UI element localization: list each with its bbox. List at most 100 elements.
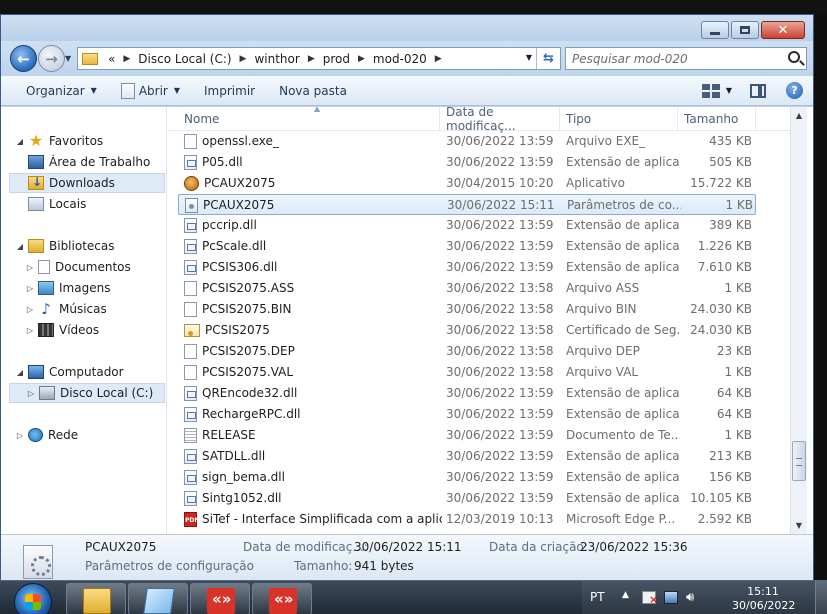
file-name: PcScale.dll	[202, 239, 267, 253]
column-date[interactable]: Data de modificaç...	[440, 107, 560, 133]
show-hidden-icons-icon[interactable]: ▲	[622, 590, 629, 600]
table-row[interactable]: Sintg1052.dll 30/06/2022 13:59 Extensão de…	[178, 488, 756, 509]
search-input[interactable]	[572, 50, 772, 67]
nav-places[interactable]: Locais	[1, 194, 165, 214]
address-bar[interactable]: « ▶ Disco Local (C:) ▶ winthor ▶ prod ▶ …	[77, 47, 561, 70]
expand-icon[interactable]: ▷	[25, 263, 35, 272]
details-created-label: Data da criação:	[489, 540, 588, 554]
breadcrumb-mod-020[interactable]: mod-020	[371, 52, 429, 66]
clock[interactable]: 15:11 30/06/2022	[732, 585, 795, 613]
table-row[interactable]: sign_bema.dll 30/06/2022 13:59 Extensão de…	[178, 467, 756, 488]
table-row[interactable]: PCSIS2075.BIN 30/06/2022 13:58 Arquivo BIN…	[178, 299, 756, 320]
new-folder-button[interactable]: Nova pasta	[267, 76, 359, 105]
collapse-icon[interactable]: ◢	[15, 242, 25, 251]
collapse-icon[interactable]: ◢	[15, 368, 25, 377]
nav-local-disk[interactable]: ▷ Disco Local (C:)	[9, 383, 165, 403]
table-row[interactable]: PCSIS2075 30/06/2022 13:58 Certificado de …	[178, 320, 756, 341]
table-row[interactable]: openssl.exe_ 30/06/2022 13:59 Arquivo EXE_…	[178, 131, 756, 152]
vertical-scrollbar[interactable]: ▲ ▼	[790, 107, 807, 534]
preview-pane-icon[interactable]	[750, 83, 766, 98]
taskbar-explorer-button[interactable]	[66, 583, 126, 614]
nav-music[interactable]: ▷ ♪ Músicas	[1, 299, 165, 319]
nav-documents[interactable]: ▷ Documentos	[1, 257, 165, 277]
address-overflow[interactable]: «	[106, 52, 117, 66]
file-date: 30/06/2022 13:59	[446, 134, 554, 148]
pdf-file-icon: PDF	[184, 512, 198, 527]
minimize-button[interactable]	[701, 21, 729, 39]
table-row[interactable]: PCSIS306.dll 30/06/2022 13:59 Extensão de …	[178, 257, 756, 278]
table-row[interactable]: PcScale.dll 30/06/2022 13:59 Extensão de a…	[178, 236, 756, 257]
back-button[interactable]: ←	[10, 45, 37, 72]
address-dropdown-icon[interactable]: ▼	[526, 53, 532, 62]
help-icon[interactable]: ?	[786, 82, 803, 99]
expand-icon[interactable]: ▷	[25, 326, 35, 335]
chevron-right-icon[interactable]: ▶	[308, 54, 315, 64]
table-row[interactable]: P05.dll 30/06/2022 13:59 Extensão de aplic…	[178, 152, 756, 173]
recent-pages-dropdown[interactable]: ▼	[65, 54, 71, 63]
expand-icon[interactable]: ▷	[26, 389, 36, 398]
chevron-right-icon[interactable]: ▶	[240, 54, 247, 64]
action-center-icon[interactable]	[642, 591, 658, 605]
show-desktop-button[interactable]	[815, 581, 827, 614]
change-view-icon[interactable]	[701, 83, 720, 98]
file-date: 30/06/2022 13:59	[446, 491, 554, 505]
start-button[interactable]	[14, 583, 52, 614]
chevron-right-icon[interactable]: ▶	[435, 54, 442, 64]
collapse-icon[interactable]: ◢	[15, 137, 25, 146]
table-row[interactable]: pccrip.dll 30/06/2022 13:59 Extensão de ap…	[178, 215, 756, 236]
file-size: 7.610 KB	[697, 260, 752, 274]
nav-favorites[interactable]: ◢ ★ Favoritos	[1, 131, 165, 151]
close-button[interactable]: ✕	[761, 21, 805, 39]
breadcrumb-prod[interactable]: prod	[321, 52, 352, 66]
nav-downloads[interactable]: Downloads	[9, 173, 165, 193]
expand-icon[interactable]: ▷	[25, 305, 35, 314]
table-row[interactable]: PCSIS2075.DEP 30/06/2022 13:58 Arquivo DEP…	[178, 341, 756, 362]
table-row[interactable]: PCSIS2075.VAL 30/06/2022 13:58 Arquivo VAL…	[178, 362, 756, 383]
nav-network[interactable]: ▷ Rede	[1, 425, 165, 445]
nav-images[interactable]: ▷ Imagens	[1, 278, 165, 298]
table-row[interactable]: PDF SiTef - Interface Simplificada com a …	[178, 509, 756, 530]
taskbar-notepad-button[interactable]	[128, 583, 188, 614]
nav-videos[interactable]: ▷ Vídeos	[1, 320, 165, 340]
chevron-down-icon[interactable]: ▼	[726, 86, 732, 95]
expand-icon[interactable]: ▷	[15, 431, 25, 440]
scroll-down-icon[interactable]: ▼	[791, 517, 807, 534]
search-icon[interactable]	[788, 51, 800, 63]
file-name-cell: pccrip.dll	[184, 215, 442, 236]
column-type[interactable]: Tipo	[560, 107, 678, 131]
column-name[interactable]: Nome ▲	[178, 107, 440, 131]
title-bar[interactable]: ✕	[1, 15, 813, 41]
table-row[interactable]: PCAUX2075 30/04/2015 10:20 Aplicativo 15.72…	[178, 173, 756, 194]
print-button[interactable]: Imprimir	[192, 76, 267, 105]
network-tray-icon[interactable]	[664, 591, 678, 604]
breadcrumb-winthor[interactable]: winthor	[252, 52, 301, 66]
language-indicator[interactable]: PT	[590, 590, 605, 604]
nav-computer[interactable]: ◢ Computador	[1, 362, 165, 382]
chevron-right-icon[interactable]: ▶	[358, 54, 365, 64]
nav-desktop[interactable]: Área de Trabalho	[1, 152, 165, 172]
expand-icon[interactable]: ▷	[25, 284, 35, 293]
table-row[interactable]: PCAUX2075 30/06/2022 15:11 Parâmetros de c…	[178, 194, 756, 215]
search-box[interactable]	[565, 47, 807, 70]
table-row[interactable]: SATDLL.dll 30/06/2022 13:59 Extensão de ap…	[178, 446, 756, 467]
taskbar-app-button-1[interactable]	[190, 583, 250, 614]
volume-icon[interactable]: 🔊︎	[686, 591, 700, 604]
table-row[interactable]: RELEASE 30/06/2022 13:59 Documento de Te..…	[178, 425, 756, 446]
table-row[interactable]: PCSIS2075.ASS 30/06/2022 13:58 Arquivo ASS…	[178, 278, 756, 299]
breadcrumb-disco-local[interactable]: Disco Local (C:)	[136, 52, 233, 66]
nav-libraries[interactable]: ◢ Bibliotecas	[1, 236, 165, 256]
table-row[interactable]: QREncode32.dll 30/06/2022 13:59 Extensão d…	[178, 383, 756, 404]
maximize-button[interactable]	[731, 21, 759, 39]
organize-button[interactable]: Organizar ▼	[1, 76, 109, 105]
scroll-up-icon[interactable]: ▲	[791, 107, 807, 124]
file-size: 24.030 KB	[690, 302, 752, 316]
column-size[interactable]: Tamanho	[678, 107, 756, 131]
taskbar-app-button-2[interactable]	[252, 583, 312, 614]
forward-button[interactable]: →	[38, 45, 65, 72]
refresh-button[interactable]: ⇆	[536, 48, 560, 69]
file-name: RechargeRPC.dll	[202, 407, 301, 421]
scrollbar-thumb[interactable]	[792, 441, 806, 481]
chevron-right-icon[interactable]: ▶	[123, 54, 130, 64]
open-button[interactable]: Abrir ▼	[109, 76, 192, 105]
table-row[interactable]: RechargeRPC.dll 30/06/2022 13:59 Extensão …	[178, 404, 756, 425]
